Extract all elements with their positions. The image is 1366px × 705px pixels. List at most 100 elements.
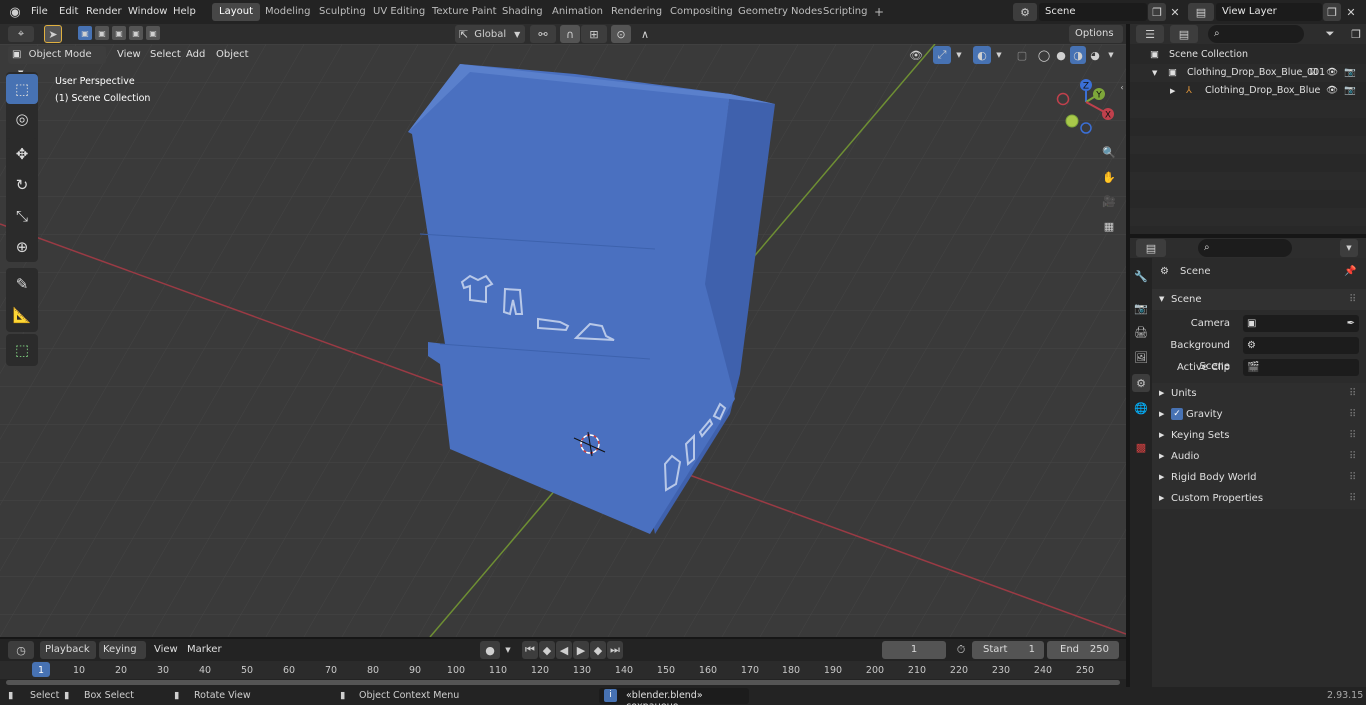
keying-dropdown[interactable]: Keying ▼	[99, 641, 146, 672]
new-collection-icon[interactable]: ❐	[1348, 25, 1364, 43]
rotate-tool-icon[interactable]: ↻	[6, 170, 38, 200]
camera-icon[interactable]: 📷	[1344, 64, 1356, 82]
drag-handle-icon[interactable]: ⠿	[1349, 488, 1356, 509]
select-subtract-icon[interactable]: ▣	[112, 26, 126, 40]
transform-orientation-dropdown[interactable]: ⇱ Global ▼	[455, 25, 525, 43]
menu-help[interactable]: Help	[173, 4, 196, 20]
properties-search-input[interactable]: ⌕	[1198, 239, 1292, 257]
chevron-down-icon[interactable]: ▼	[1340, 239, 1358, 257]
timeline-scrollbar[interactable]	[6, 680, 1120, 685]
eye-icon[interactable]: 👁	[1326, 64, 1338, 82]
display-mode-icon[interactable]: ▤	[1170, 25, 1198, 43]
pan-hand-icon[interactable]: ✋	[1098, 167, 1120, 187]
tab-sculpting[interactable]: Sculpting	[312, 3, 373, 21]
menu-file[interactable]: File	[31, 4, 48, 20]
tab-shading[interactable]: Shading	[495, 3, 550, 21]
output-tab-icon[interactable]: 🖨	[1132, 323, 1150, 341]
world-tab-icon[interactable]: 🌐	[1132, 399, 1150, 417]
filter-icon[interactable]: ⏷	[1316, 25, 1344, 43]
render-tab-icon[interactable]: 📷	[1132, 299, 1150, 317]
play-icon[interactable]: ▶	[573, 641, 589, 659]
navigation-gizmo[interactable]: Z Y X	[1052, 76, 1118, 136]
outliner-search-input[interactable]: ⌕	[1208, 25, 1304, 43]
jump-start-icon[interactable]: ⏮	[522, 641, 538, 659]
outliner-editor-type-icon[interactable]: ☰	[1136, 25, 1164, 43]
tab-modeling[interactable]: Modeling	[258, 3, 318, 21]
drag-handle-icon[interactable]: ⠿	[1349, 446, 1356, 467]
measure-tool-icon[interactable]: 📐	[6, 300, 38, 330]
select-intersect-icon[interactable]: ▣	[146, 26, 160, 40]
eyedropper-icon[interactable]: ✒	[1347, 315, 1355, 332]
menu-window[interactable]: Window	[128, 4, 167, 20]
gizmo-neg-z-icon[interactable]	[1080, 122, 1092, 134]
scene-tab-icon[interactable]: ⚙	[1132, 374, 1150, 392]
scene-panel-header[interactable]: ▼ Scene ⠿	[1152, 289, 1366, 310]
material-preview-icon[interactable]: ◑	[1070, 46, 1086, 64]
outliner-row-collection[interactable]: ▼ ▣ Clothing_Drop_Box_Blue_001 ☑ 👁 📷	[1130, 64, 1366, 82]
zoom-icon[interactable]: 🔍	[1098, 142, 1120, 162]
viewport-menu-object[interactable]: Object	[210, 46, 255, 64]
chevron-down-icon[interactable]: ▼	[1105, 46, 1117, 64]
drag-handle-icon[interactable]: ⠿	[1349, 467, 1356, 488]
prev-keyframe-icon[interactable]: ◆	[539, 641, 555, 659]
pivot-point-icon[interactable]: ⚯	[530, 25, 556, 43]
timeline-editor-type-icon[interactable]: ◷	[8, 641, 34, 659]
drag-handle-icon[interactable]: ⠿	[1349, 425, 1356, 446]
area-divider[interactable]	[1126, 24, 1130, 687]
camera-view-icon[interactable]: 🎥	[1098, 191, 1120, 211]
scale-tool-icon[interactable]: ⤡	[6, 201, 38, 231]
mode-dropdown[interactable]: ▣ Object Mode ▼	[8, 46, 106, 77]
active-clip-field[interactable]: 🎬	[1243, 359, 1359, 376]
camera-icon[interactable]: 📷	[1344, 82, 1356, 100]
view-layer-selector-icon[interactable]: ▤	[1188, 3, 1214, 21]
blender-logo-icon[interactable]: ◉	[6, 3, 24, 21]
snap-target-icon[interactable]: ⊞	[581, 25, 607, 43]
delete-view-layer-icon[interactable]: ✕	[1343, 3, 1359, 21]
next-keyframe-icon[interactable]: ◆	[590, 641, 606, 659]
transform-tool-icon[interactable]: ⊕	[6, 232, 38, 262]
gizmo-neg-y-icon[interactable]	[1065, 114, 1079, 128]
tab-rendering[interactable]: Rendering	[604, 3, 669, 21]
view-layer-field[interactable]: View Layer	[1216, 3, 1322, 21]
area-divider[interactable]	[1130, 234, 1366, 238]
audio-panel-header[interactable]: ▶ Audio ⠿	[1152, 446, 1366, 467]
pin-icon[interactable]: 📌	[1344, 262, 1356, 282]
tab-layout[interactable]: Layout	[212, 3, 260, 21]
wireframe-shading-icon[interactable]: ◯	[1036, 46, 1052, 64]
custom-properties-panel-header[interactable]: ▶ Custom Properties ⠿	[1152, 488, 1366, 509]
rendered-shading-icon[interactable]: ◕	[1087, 46, 1103, 64]
menu-render[interactable]: Render	[86, 4, 122, 20]
drag-handle-icon[interactable]: ⠿	[1349, 404, 1356, 425]
texture-tab-icon[interactable]: ▩	[1132, 438, 1150, 456]
cursor-tool-icon[interactable]: ◎	[6, 104, 38, 134]
viewport-menu-view[interactable]: View	[111, 46, 147, 64]
gizmo-neg-x-icon[interactable]	[1056, 92, 1070, 106]
gravity-checkbox[interactable]: ✓	[1171, 408, 1183, 420]
tab-uv-editing[interactable]: UV Editing	[366, 3, 432, 21]
select-new-icon[interactable]: ▣	[78, 26, 92, 40]
menu-edit[interactable]: Edit	[59, 4, 78, 20]
area-divider[interactable]	[0, 637, 1126, 639]
delete-scene-icon[interactable]: ✕	[1167, 3, 1183, 21]
options-dropdown[interactable]: Options ▼	[1069, 25, 1123, 56]
camera-field[interactable]: ▣ ✒	[1243, 315, 1359, 332]
add-workspace-button[interactable]: +	[867, 3, 891, 21]
editor-type-icon[interactable]: ⌖	[8, 26, 34, 42]
snap-toggle-icon[interactable]: ∩	[560, 25, 580, 43]
checkbox-icon[interactable]: ☑	[1309, 64, 1318, 82]
sidebar-toggle-icon[interactable]: ‹	[1118, 80, 1126, 94]
jump-end-icon[interactable]: ⏭	[607, 641, 623, 659]
scene-name-field[interactable]: Scene	[1039, 3, 1147, 21]
timeline-menu-marker[interactable]: Marker	[181, 641, 228, 659]
perspective-toggle-icon[interactable]: ▦	[1098, 216, 1120, 236]
tab-scripting[interactable]: Scripting	[816, 3, 874, 21]
playback-dropdown[interactable]: Playback ▼	[40, 641, 96, 672]
visibility-icon[interactable]: 👁	[903, 46, 929, 64]
record-icon[interactable]: ●	[480, 641, 500, 659]
annotate-tool-icon[interactable]: ✎	[6, 269, 38, 299]
tool-tab-icon[interactable]: 🔧	[1132, 267, 1150, 285]
tab-geometry-nodes[interactable]: Geometry Nodes	[731, 3, 829, 21]
select-extend-icon[interactable]: ▣	[95, 26, 109, 40]
select-tool-icon[interactable]: ➤	[44, 25, 62, 43]
play-reverse-icon[interactable]: ◀	[556, 641, 572, 659]
